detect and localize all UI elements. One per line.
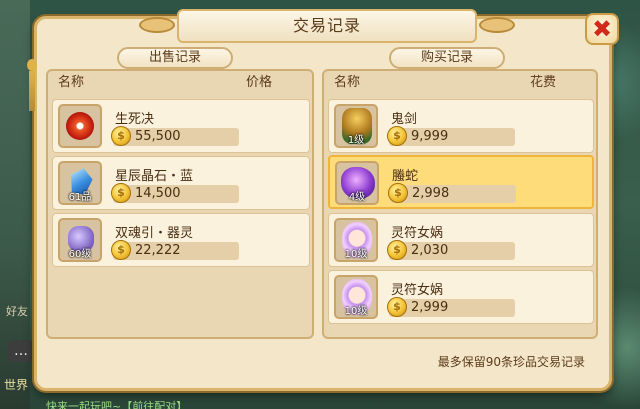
- sell-col-name: 名称: [58, 75, 85, 90]
- item-price: 14,500: [135, 186, 181, 201]
- price-box: $ 14,500: [111, 183, 239, 203]
- item-name: 灵符女娲: [391, 283, 444, 298]
- buy-row[interactable]: 10级 灵符女娲 $ 2,999: [328, 270, 594, 324]
- title-ornament-right: [479, 17, 515, 33]
- tab-buy-records[interactable]: 购买记录: [389, 47, 505, 69]
- coin-icon: $: [387, 297, 407, 317]
- buy-column-header: 名称 花费: [324, 71, 596, 95]
- buy-row-selected[interactable]: 4级 螣蛇 $ 2,998: [328, 155, 594, 209]
- chat-message-text: 快来一起玩吧~【前往配对】: [46, 400, 188, 409]
- item-level: 10级: [344, 249, 368, 260]
- ghost-sword-icon[interactable]: 1级: [334, 104, 378, 148]
- item-price: 2,999: [411, 300, 449, 315]
- sell-col-price: 价格: [245, 75, 272, 90]
- item-level: 60级: [68, 249, 92, 260]
- chat-icon[interactable]: …: [8, 340, 34, 362]
- coin-icon: $: [111, 183, 131, 203]
- nuwa-icon[interactable]: 10级: [334, 275, 378, 319]
- item-price: 9,999: [411, 129, 449, 144]
- sell-row[interactable]: 61品 星辰晶石・蓝 $ 14,500: [52, 156, 310, 210]
- price-box: $ 2,998: [388, 183, 516, 203]
- price-box: $ 22,222: [111, 240, 239, 260]
- buy-records-panel[interactable]: 名称 花费 1级 鬼剑 $ 9,999 4级 螣蛇 $ 2,998 10级 灵符…: [322, 69, 598, 339]
- item-price: 55,500: [135, 129, 181, 144]
- buy-col-name: 名称: [334, 75, 361, 90]
- spirit-bag-icon[interactable]: 60级: [58, 218, 102, 262]
- nuwa-icon[interactable]: 10级: [334, 218, 378, 262]
- sell-row[interactable]: 生死决 $ 55,500: [52, 99, 310, 153]
- title-ornament-left: [139, 17, 175, 33]
- item-name: 生死决: [115, 112, 155, 127]
- fire-orb-icon[interactable]: [58, 104, 102, 148]
- world-channel-label[interactable]: 世界: [4, 376, 28, 393]
- item-price: 2,030: [411, 243, 449, 258]
- coin-icon: $: [111, 126, 131, 146]
- coin-icon: $: [388, 183, 408, 203]
- window-title: 交易记录: [292, 16, 361, 35]
- record-limit-note: 最多保留90条珍品交易记录: [437, 355, 585, 369]
- title-bar: 交易记录: [139, 9, 515, 43]
- sell-column-header: 名称 价格: [48, 71, 312, 95]
- item-level: 1级: [347, 135, 365, 146]
- price-box: $ 55,500: [111, 126, 239, 146]
- price-box: $ 2,999: [387, 297, 515, 317]
- item-name: 星辰晶石・蓝: [115, 169, 194, 184]
- item-level: 4级: [348, 192, 366, 203]
- purple-serpent-icon[interactable]: 4级: [335, 161, 379, 205]
- sell-records-panel: 名称 价格 生死决 $ 55,500 61品 星辰晶石・蓝 $ 14,500 6…: [46, 69, 314, 339]
- buy-row[interactable]: 1级 鬼剑 $ 9,999: [328, 99, 594, 153]
- item-name: 灵符女娲: [391, 226, 444, 241]
- item-price: 22,222: [135, 243, 181, 258]
- coin-icon: $: [387, 126, 407, 146]
- item-level: 61品: [68, 192, 92, 203]
- coin-icon: $: [111, 240, 131, 260]
- price-box: $ 9,999: [387, 126, 515, 146]
- buy-col-cost: 花费: [529, 75, 556, 90]
- item-name: 螣蛇: [392, 169, 419, 184]
- close-button[interactable]: ✖: [585, 13, 619, 45]
- blue-crystal-icon[interactable]: 61品: [58, 161, 102, 205]
- sell-row[interactable]: 60级 双魂引・器灵 $ 22,222: [52, 213, 310, 267]
- item-level: 10级: [344, 306, 368, 317]
- price-box: $ 2,030: [387, 240, 515, 260]
- coin-icon: $: [387, 240, 407, 260]
- friends-side-label[interactable]: 好友: [6, 303, 28, 319]
- tassel-ornament: [27, 59, 37, 119]
- item-name: 鬼剑: [391, 112, 418, 127]
- buy-row[interactable]: 10级 灵符女娲 $ 2,030: [328, 213, 594, 267]
- tab-sell-records[interactable]: 出售记录: [117, 47, 233, 69]
- trade-record-window: 交易记录 ✖ 出售记录 名称 价格 生死决 $ 55,500 61品 星辰晶石・…: [27, 9, 619, 391]
- item-name: 双魂引・器灵: [115, 226, 194, 241]
- item-price: 2,998: [412, 186, 450, 201]
